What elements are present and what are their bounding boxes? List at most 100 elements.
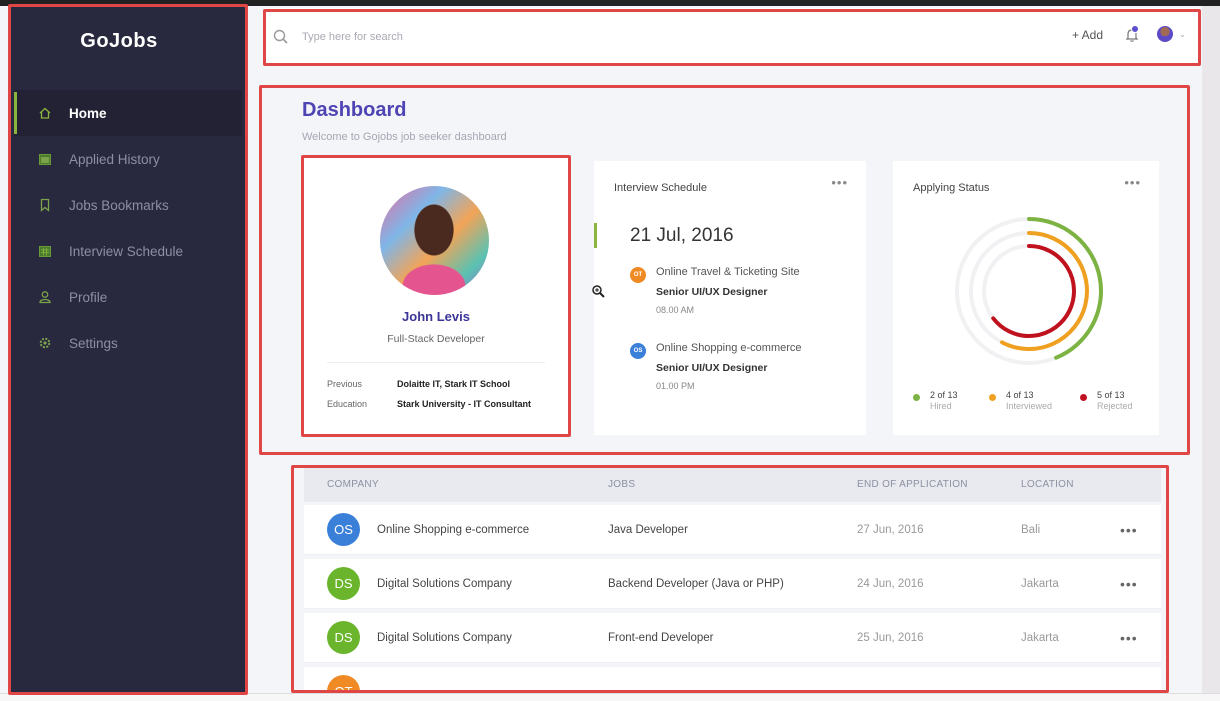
search-icon[interactable] xyxy=(272,28,290,46)
previous-label: Previous xyxy=(327,379,363,389)
card-title: Applying Status xyxy=(913,182,990,194)
table-row[interactable]: DS Digital Solutions Company Backend Dev… xyxy=(304,559,1161,609)
location: Jakarta xyxy=(1021,577,1059,590)
legend-dot xyxy=(913,394,920,401)
sidebar-item-interview-schedule[interactable]: Interview Schedule xyxy=(14,228,242,274)
profile-previous-row: Previous Dolaitte IT, Stark IT School xyxy=(327,379,510,389)
calendar-icon xyxy=(38,152,52,166)
app-logo[interactable]: GoJobs xyxy=(10,30,228,53)
row-more-icon[interactable]: ••• xyxy=(1120,576,1138,592)
legend-count: 2 of 13 xyxy=(930,390,958,400)
applications-table: COMPANY JOBS END OF APPLICATION LOCATION… xyxy=(304,466,1161,691)
company-badge: OT xyxy=(327,675,360,691)
column-header-location[interactable]: LOCATION xyxy=(1021,479,1074,490)
legend-rejected: 5 of 13 Rejected xyxy=(1080,390,1133,411)
schedule-date: 21 Jul, 2016 xyxy=(630,225,734,246)
date-indicator xyxy=(594,223,597,248)
sidebar-item-label: Applied History xyxy=(69,151,160,167)
page-title: Dashboard xyxy=(302,99,407,121)
company-name: Digital Solutions Company xyxy=(377,577,512,590)
sidebar-nav: Home Applied History Jobs Bookmarks Inte… xyxy=(14,90,242,366)
end-date: 24 Jun, 2016 xyxy=(857,577,924,590)
legend-hired: 2 of 13 Hired xyxy=(913,390,958,411)
more-options-icon[interactable]: ••• xyxy=(831,175,848,190)
location: Jakarta xyxy=(1021,631,1059,644)
search-input[interactable] xyxy=(302,30,1002,43)
profile-role: Full-Stack Developer xyxy=(387,333,485,345)
status-ring-chart xyxy=(955,217,1103,365)
event-company: Online Travel & Ticketing Site xyxy=(656,266,800,278)
home-icon xyxy=(38,106,52,120)
company-cell: OT xyxy=(327,675,377,691)
table-row[interactable]: OT xyxy=(304,667,1161,691)
company-badge: OS xyxy=(327,513,360,546)
column-header-company[interactable]: COMPANY xyxy=(327,479,379,490)
company-cell: DS Digital Solutions Company xyxy=(327,621,512,654)
event-company: Online Shopping e-commerce xyxy=(656,342,802,354)
company-badge: OT xyxy=(630,267,646,283)
chevron-down-icon[interactable]: ⌄ xyxy=(1179,30,1186,39)
page-subtitle: Welcome to Gojobs job seeker dashboard xyxy=(302,131,507,143)
profile-education-row: Education Stark University - IT Consulta… xyxy=(327,399,531,409)
sidebar: GoJobs Home Applied History Jobs Bookmar… xyxy=(10,6,246,693)
ring-rejected xyxy=(991,244,1076,338)
window-right-edge xyxy=(1202,6,1220,696)
top-bar: + Add ⌄ xyxy=(264,8,1201,65)
interview-schedule-card: Interview Schedule ••• 21 Jul, 2016 OT O… xyxy=(594,161,866,435)
user-avatar[interactable] xyxy=(1157,26,1173,42)
company-name: Digital Solutions Company xyxy=(377,631,512,644)
legend-dot xyxy=(989,394,996,401)
company-badge: OS xyxy=(630,343,646,359)
profile-divider xyxy=(327,362,545,363)
user-icon xyxy=(38,290,52,304)
location: Bali xyxy=(1021,523,1041,536)
more-options-icon[interactable]: ••• xyxy=(1124,175,1141,190)
column-header-jobs[interactable]: JOBS xyxy=(608,479,635,490)
sidebar-item-settings[interactable]: Settings xyxy=(14,320,242,366)
end-date: 25 Jun, 2016 xyxy=(857,631,924,644)
profile-photo xyxy=(380,186,489,295)
legend-dot xyxy=(1080,394,1087,401)
education-label: Education xyxy=(327,399,368,409)
legend-count: 5 of 13 xyxy=(1097,390,1125,400)
sidebar-item-profile[interactable]: Profile xyxy=(14,274,242,320)
window-bottom-edge xyxy=(0,693,1220,701)
company-cell: DS Digital Solutions Company xyxy=(327,567,512,600)
sidebar-item-label: Jobs Bookmarks xyxy=(69,197,169,213)
notification-badge xyxy=(1131,25,1139,33)
table-row[interactable]: DS Digital Solutions Company Front-end D… xyxy=(304,613,1161,663)
table-row[interactable]: OS Online Shopping e-commerce Java Devel… xyxy=(304,505,1161,555)
zoom-cursor-icon xyxy=(591,284,605,298)
company-cell: OS Online Shopping e-commerce xyxy=(327,513,529,546)
job-title: Front-end Developer xyxy=(608,631,714,644)
event-role: Senior UI/UX Designer xyxy=(656,362,768,374)
sidebar-item-applied-history[interactable]: Applied History xyxy=(14,136,242,182)
company-name: Online Shopping e-commerce xyxy=(377,523,530,536)
schedule-icon xyxy=(38,244,52,258)
sidebar-item-label: Settings xyxy=(69,335,118,351)
sidebar-item-home[interactable]: Home xyxy=(14,90,242,136)
row-more-icon[interactable]: ••• xyxy=(1120,630,1138,646)
sidebar-item-label: Profile xyxy=(69,289,108,305)
profile-name[interactable]: John Levis xyxy=(303,309,569,324)
legend-label: Rejected xyxy=(1097,401,1133,411)
event-time: 01.00 PM xyxy=(656,381,695,391)
company-badge: DS xyxy=(327,567,360,600)
job-title: Backend Developer (Java or PHP) xyxy=(608,577,784,590)
gear-icon xyxy=(38,336,52,350)
column-header-end-of-application[interactable]: END OF APPLICATION xyxy=(857,479,968,490)
event-role: Senior UI/UX Designer xyxy=(656,286,768,298)
education-value: Stark University - IT Consultant xyxy=(397,399,532,409)
company-badge: DS xyxy=(327,621,360,654)
row-more-icon[interactable]: ••• xyxy=(1120,522,1138,538)
table-header: COMPANY JOBS END OF APPLICATION LOCATION xyxy=(304,466,1161,502)
bookmark-icon xyxy=(38,198,52,212)
sidebar-item-label: Interview Schedule xyxy=(69,243,184,259)
event-time: 08.00 AM xyxy=(656,305,695,315)
add-button[interactable]: + Add xyxy=(1072,28,1103,42)
job-title: Java Developer xyxy=(608,523,688,536)
sidebar-item-jobs-bookmarks[interactable]: Jobs Bookmarks xyxy=(14,182,242,228)
profile-card: John Levis Full-Stack Developer Previous… xyxy=(303,157,569,435)
legend-interviewed: 4 of 13 Interviewed xyxy=(989,390,1052,411)
sidebar-item-label: Home xyxy=(69,105,107,121)
